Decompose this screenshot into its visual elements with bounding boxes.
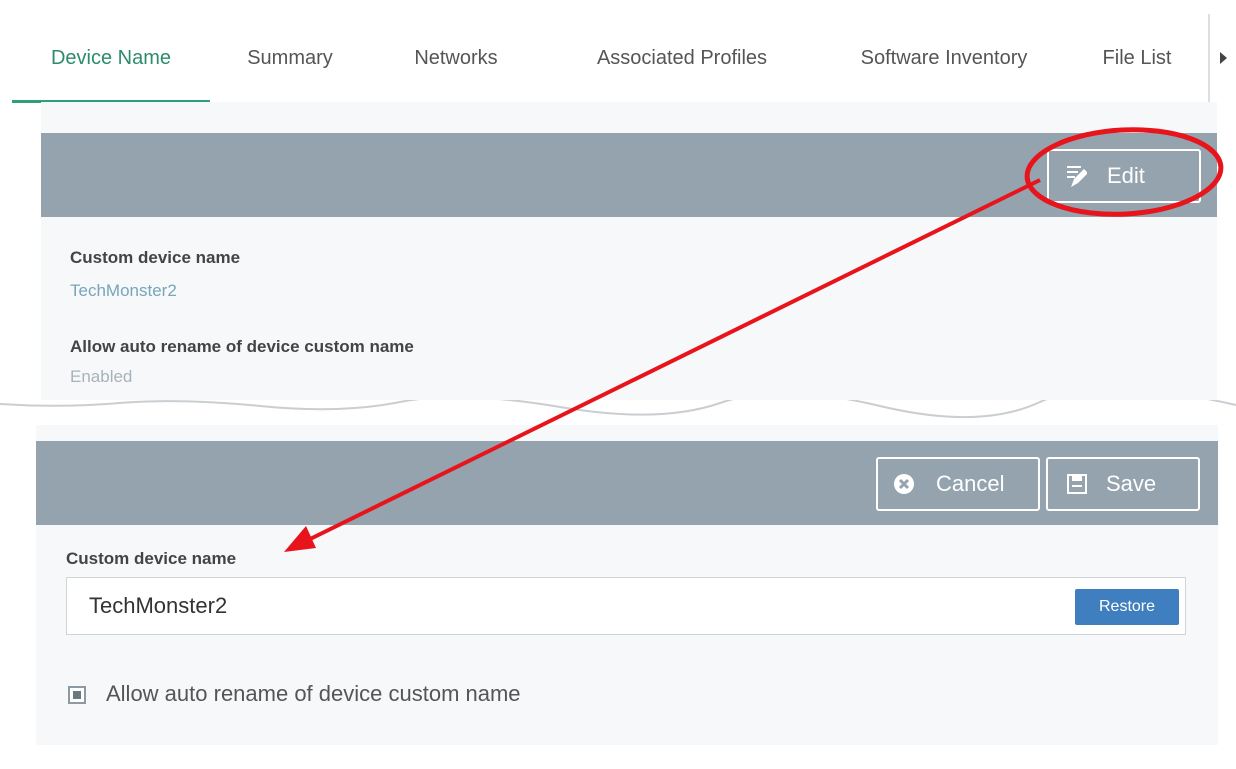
tab-label: File List [1102,47,1172,69]
name-input-value: TechMonster2 [89,593,228,618]
cancel-label: Cancel [936,471,1005,496]
cancel-button[interactable]: Cancel [876,457,1040,511]
save-icon [1066,459,1088,509]
edit-label: Edit [1107,163,1145,188]
name-field-title: Custom device name [66,549,237,568]
auto-rename-checkbox-label[interactable]: Allow auto rename of device custom name [106,681,521,707]
view-panel-header: Edit [41,133,1217,217]
edit-button[interactable]: Edit [1047,149,1201,203]
tab-associated-profiles[interactable]: Associated Profiles [552,14,812,102]
save-button[interactable]: Save [1046,457,1200,511]
tab-scroll-right-button[interactable] [1208,14,1236,102]
tab-label: Associated Profiles [596,47,768,69]
chevron-right-icon [1220,52,1227,64]
custom-device-name-value: TechMonster2 [70,281,177,300]
tab-summary[interactable]: Summary [224,14,356,102]
device-name-view-panel: Edit Custom device name TechMonster2 All… [41,102,1217,402]
edit-icon [1065,151,1088,201]
tab-software-inventory[interactable]: Software Inventory [824,14,1064,102]
custom-device-name-title: Custom device name [70,248,241,267]
auto-rename-title: Allow auto rename of device custom name [70,337,414,356]
auto-rename-checkbox[interactable] [68,686,86,704]
restore-button[interactable]: Restore [1075,589,1179,625]
tab-label: Device Name [50,47,172,69]
tab-device-name[interactable]: Device Name [12,14,210,103]
edit-panel-header: Cancel Save [36,441,1218,525]
checkbox-check-mark [73,691,81,699]
custom-device-name-input[interactable]: TechMonster2 Restore [66,577,1186,635]
tab-label: Networks [414,47,498,69]
tab-file-list[interactable]: File List [1082,14,1192,102]
save-label: Save [1106,471,1157,496]
tab-label: Summary [247,47,333,69]
auto-rename-value: Enabled [70,367,133,386]
tab-networks[interactable]: Networks [390,14,522,102]
tab-label: Software Inventory [860,47,1028,69]
cancel-icon [892,459,916,509]
tab-bar: Device Name Summary Networks Associated … [12,14,1212,103]
